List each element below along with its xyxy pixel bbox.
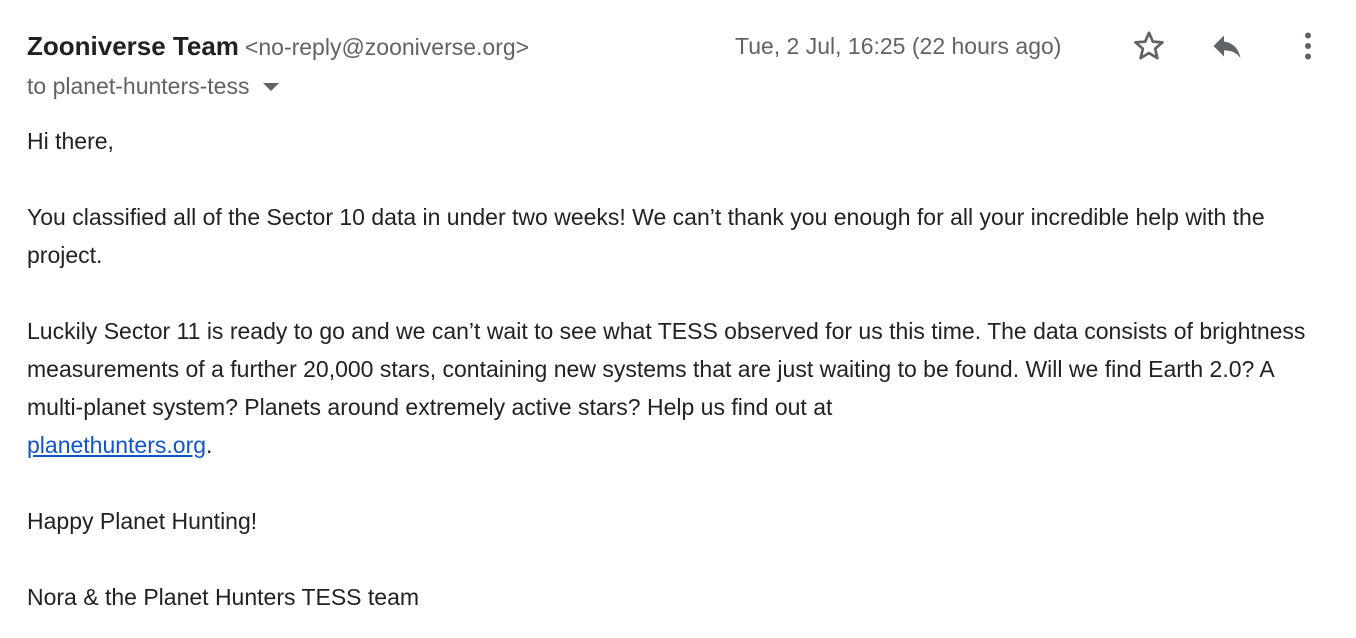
star-button[interactable] (1129, 28, 1169, 64)
closing: Happy Planet Hunting! (27, 508, 258, 534)
email-header: Zooniverse Team <no-reply@zooniverse.org>… (27, 28, 1327, 108)
caret-down-icon[interactable] (263, 83, 280, 91)
email-timestamp: Tue, 2 Jul, 16:25 (22 hours ago) (735, 33, 1062, 59)
signature: Nora & the Planet Hunters TESS team (27, 584, 420, 610)
more-options-button[interactable] (1288, 28, 1328, 64)
reply-button[interactable] (1207, 28, 1247, 64)
body-paragraph-2: Luckily Sector 11 is ready to go and we … (27, 312, 1327, 464)
greeting: Hi there, (27, 128, 114, 154)
more-vertical-icon (1305, 32, 1311, 60)
star-outline-icon (1134, 31, 1164, 60)
planethunters-link[interactable]: planethunters.org (27, 432, 206, 458)
sender-line: Zooniverse Team <no-reply@zooniverse.org> (27, 28, 529, 69)
sender-email: <no-reply@zooniverse.org> (244, 34, 530, 60)
recipient-label: to planet-hunters-tess (27, 73, 250, 99)
body-paragraph-1: You classified all of the Sector 10 data… (27, 204, 1265, 268)
email-message: Zooniverse Team <no-reply@zooniverse.org>… (0, 0, 1356, 638)
sender-name[interactable]: Zooniverse Team (27, 31, 239, 61)
body-paragraph-2-text: Luckily Sector 11 is ready to go and we … (27, 318, 1306, 420)
reply-icon (1213, 35, 1241, 58)
recipient-dropdown[interactable]: to planet-hunters-tess (27, 70, 280, 102)
email-body: Hi there, You classified all of the Sect… (27, 122, 1327, 616)
link-suffix: . (206, 432, 213, 458)
